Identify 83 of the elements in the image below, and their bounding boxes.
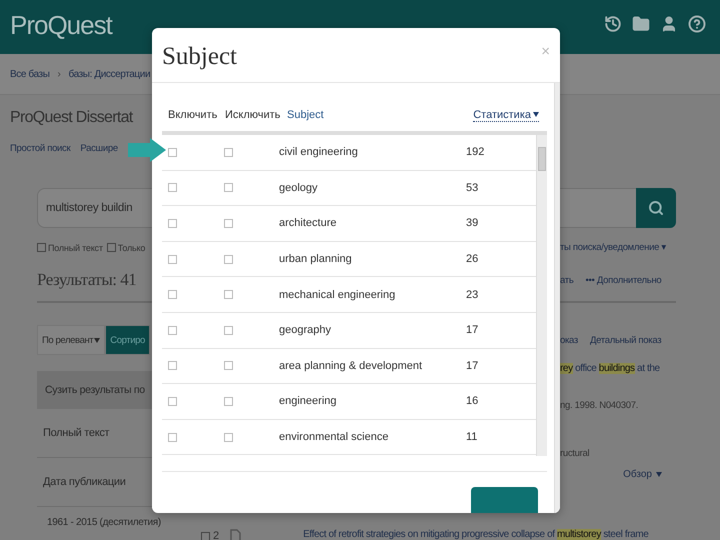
subject-count: 11 — [466, 431, 478, 444]
subject-count: 26 — [466, 253, 480, 266]
result-snippet: ructural — [560, 448, 590, 459]
alert-link[interactable]: ты поиска/уведомление ▾ — [560, 242, 666, 253]
results-count: Результаты: 41 — [37, 270, 136, 290]
logo: ProQuest — [10, 10, 112, 40]
filter-label: Полный текст — [48, 242, 103, 252]
checkbox[interactable] — [168, 254, 177, 264]
search-icon — [648, 200, 664, 216]
checkbox[interactable] — [224, 361, 233, 370]
scrollbar[interactable] — [554, 83, 560, 513]
column-header: Включить — [168, 109, 218, 121]
caret-icon — [533, 112, 539, 117]
result-title[interactable]: Effect of retrofit strategies on mitigating progressive collapse of multistorey steel frame — [303, 529, 648, 540]
scrollbar[interactable] — [536, 135, 547, 456]
caret-icon — [656, 472, 662, 477]
subject-name: geology — [279, 182, 319, 194]
help-icon[interactable] — [688, 15, 706, 33]
checkbox[interactable] — [224, 396, 233, 406]
checkbox[interactable] — [201, 532, 210, 540]
sort-button[interactable]: Сортиро — [105, 325, 150, 355]
page-title: ProQuest Dissertat — [10, 109, 133, 128]
search-mode-link[interactable]: Простой поиск — [10, 143, 70, 154]
date-range[interactable]: 1961 - 2015 (десятилетия) — [37, 507, 161, 528]
checkbox[interactable] — [168, 218, 177, 228]
action-link[interactable]: ••• Дополнительно — [585, 274, 662, 286]
document-icon — [229, 529, 242, 540]
subject-count: 192 — [466, 146, 486, 158]
checkbox[interactable] — [168, 396, 177, 406]
breadcrumb-link[interactable]: базы: Диссертации — [68, 68, 150, 80]
apply-button[interactable] — [471, 487, 538, 513]
checkbox[interactable] — [224, 183, 233, 192]
sort-dropdown[interactable]: Статистика — [473, 108, 539, 122]
search-button[interactable] — [636, 188, 676, 228]
subject-name: architecture — [279, 217, 338, 230]
subject-name: area planning & development — [279, 360, 424, 372]
subject-count: 16 — [466, 395, 480, 408]
result-title[interactable]: rey office buildings at the — [560, 363, 660, 374]
overview-link[interactable]: Обзор — [623, 469, 662, 480]
checkbox[interactable] — [224, 218, 233, 228]
checkbox[interactable] — [168, 361, 177, 370]
subject-name: mechanical engineering — [279, 288, 396, 301]
subject-name: urban planning — [279, 253, 353, 266]
subject-count: 39 — [466, 217, 480, 230]
checkbox[interactable] — [106, 243, 116, 252]
user-icon[interactable] — [660, 15, 678, 33]
caret-icon — [94, 338, 100, 342]
sort-button[interactable]: По релевант — [37, 325, 106, 355]
close-button[interactable]: × — [541, 41, 550, 61]
subject-name: civil engineering — [279, 146, 359, 158]
checkbox[interactable] — [37, 243, 46, 252]
breadcrumb-separator: › — [58, 68, 60, 80]
subject-count: 17 — [466, 360, 480, 372]
subject-name: geography — [279, 324, 332, 336]
breadcrumb-link[interactable]: Все базы — [10, 68, 50, 80]
checkbox[interactable] — [168, 432, 177, 442]
checkbox[interactable] — [168, 290, 177, 300]
checkbox[interactable] — [224, 432, 233, 442]
history-icon[interactable] — [604, 15, 622, 33]
dialog-title: Subject — [162, 43, 237, 72]
checkbox[interactable] — [168, 183, 177, 192]
checkbox[interactable] — [168, 326, 177, 335]
subject-count: 17 — [466, 324, 480, 336]
checkbox[interactable] — [224, 290, 233, 300]
column-header: Subject — [287, 109, 325, 121]
subject-name: environmental science — [279, 431, 390, 444]
result-number: 2 — [213, 530, 220, 540]
checkbox[interactable] — [224, 326, 233, 335]
subject-count: 23 — [466, 288, 480, 301]
column-header: Исключить — [225, 109, 282, 121]
checkbox[interactable] — [224, 148, 233, 157]
action-link[interactable]: ать — [560, 274, 574, 286]
search-mode-link[interactable]: Расшире — [80, 143, 118, 154]
checkbox[interactable] — [168, 148, 177, 157]
folder-icon[interactable] — [632, 15, 650, 33]
view-link[interactable]: Детальный показ — [590, 334, 662, 346]
filter-label: Только — [118, 242, 146, 252]
view-link[interactable]: оказ — [560, 334, 578, 346]
subject-count: 53 — [466, 182, 480, 194]
result-meta: ng. 1998. N040307. — [560, 400, 638, 411]
checkbox[interactable] — [224, 254, 233, 264]
subject-name: engineering — [279, 395, 338, 408]
callout-arrow — [128, 138, 166, 162]
